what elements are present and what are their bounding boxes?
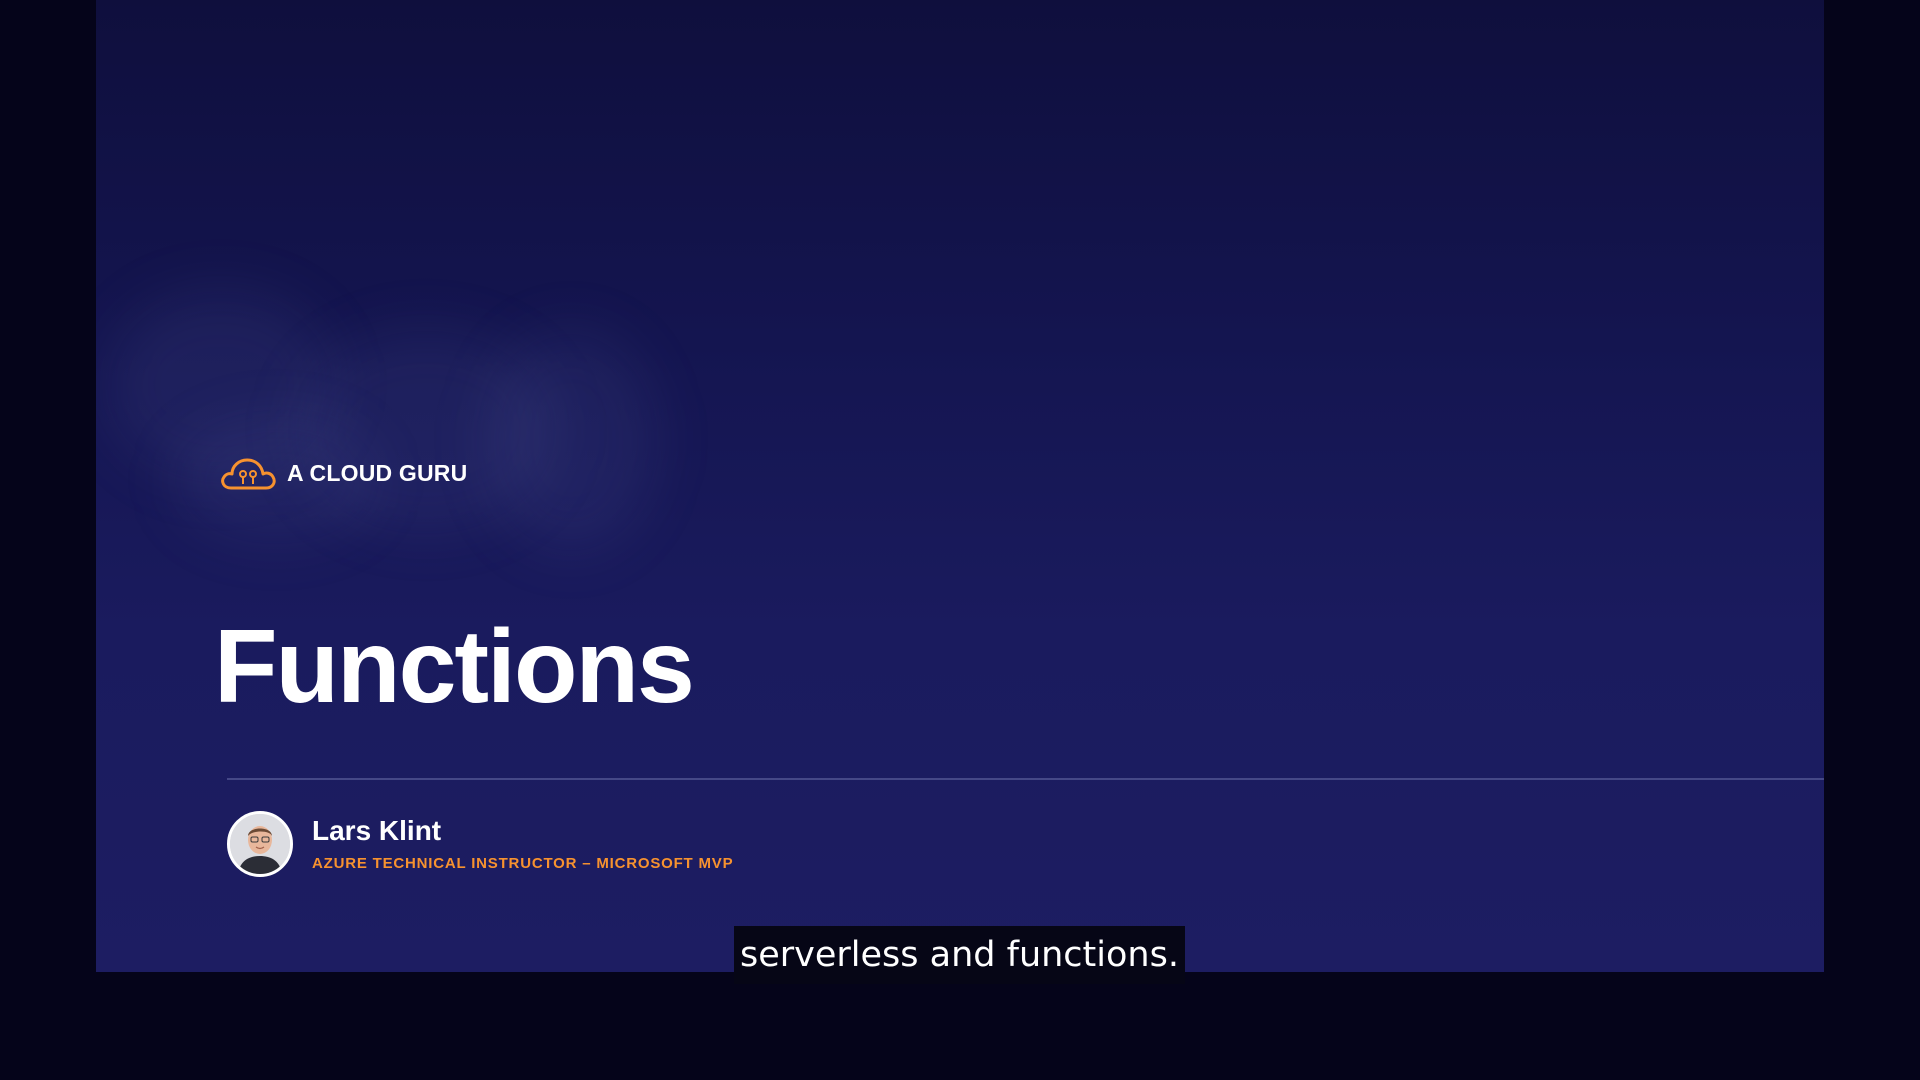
slide-title: Functions	[214, 609, 695, 725]
brand-logo: A CLOUD GURU	[219, 455, 467, 491]
presenter-name: Lars Klint	[312, 815, 442, 847]
avatar	[227, 811, 293, 877]
presenter-photo-icon	[230, 814, 290, 874]
video-player[interactable]: A CLOUD GURU Functions Lars Klint AZURE …	[0, 0, 1920, 1080]
presenter-role: AZURE TECHNICAL INSTRUCTOR – MICROSOFT M…	[312, 854, 734, 872]
subtitle-caption: serverless and functions.	[734, 926, 1185, 984]
background-smoke	[486, 330, 656, 550]
presenter-card: Lars Klint AZURE TECHNICAL INSTRUCTOR – …	[227, 811, 733, 877]
slide: A CLOUD GURU Functions Lars Klint AZURE …	[96, 0, 1824, 972]
brand-name: A CLOUD GURU	[287, 459, 468, 486]
divider	[227, 778, 1824, 780]
cloud-logo-icon	[221, 458, 276, 490]
